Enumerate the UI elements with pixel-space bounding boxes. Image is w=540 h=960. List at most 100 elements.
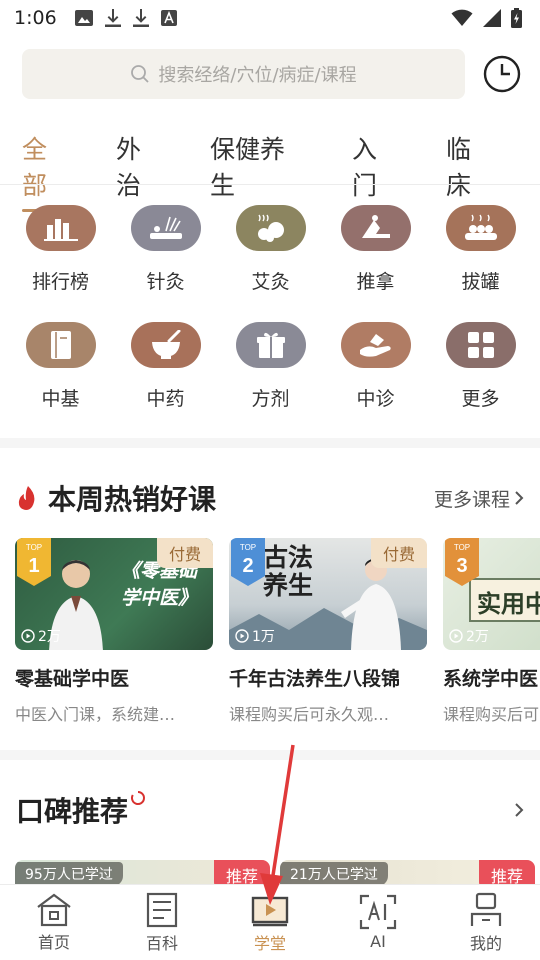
course-thumbnail: 古法养生 TOP 2 付费 1万	[229, 538, 427, 650]
tab-external-treatment[interactable]: 外治	[116, 130, 164, 212]
hot-course-list: 《零基础学中医》 TOP 1 付费 2万 零基础学中医 中医入门课，系统建… 古法…	[15, 538, 540, 725]
notification-icons	[74, 9, 177, 27]
acupuncture-icon	[130, 205, 201, 251]
svg-text:3: 3	[456, 555, 467, 577]
category-acupuncture[interactable]: 针灸	[113, 205, 218, 294]
app-screen: 1:06 搜索经络/穴位/病症/课程 全部 外治 保健养生 入门 临床 排行榜 …	[0, 0, 540, 960]
svg-text:TOP: TOP	[240, 543, 256, 552]
view-count: 2万	[449, 626, 489, 646]
nav-label: 百科	[145, 933, 178, 953]
category-ranking[interactable]: 排行榜	[8, 205, 113, 294]
course-card[interactable]: 古法养生 TOP 2 付费 1万 千年古法养生八段锦 课程购买后可永久观…	[229, 538, 427, 725]
category-label: 拔罐	[461, 271, 500, 293]
ai-scan-icon	[359, 894, 397, 930]
nav-label: 我的	[469, 933, 502, 953]
view-count: 2万	[21, 626, 61, 646]
search-placeholder: 搜索经络/穴位/病症/课程	[158, 65, 357, 86]
search-row: 搜索经络/穴位/病症/课程	[22, 48, 522, 100]
pulse-hand-icon	[340, 322, 411, 368]
view-count-value: 2万	[466, 629, 489, 645]
nav-label: 学堂	[253, 933, 286, 953]
nav-classroom[interactable]: 学堂	[216, 885, 324, 960]
chevron-right-icon	[515, 803, 524, 817]
category-label: 排行榜	[31, 271, 89, 293]
category-label: 中诊	[356, 388, 395, 410]
course-thumb-title: 古法养生	[263, 543, 314, 600]
category-tabs: 全部 外治 保健养生 入门 临床	[22, 130, 540, 212]
view-count-value: 2万	[38, 629, 61, 645]
play-count-icon	[235, 629, 249, 643]
course-title: 零基础学中医	[15, 668, 130, 690]
category-label: 方剂	[251, 388, 290, 410]
tab-beginner[interactable]: 入门	[352, 130, 400, 212]
tab-health-care[interactable]: 保健养生	[210, 130, 306, 212]
status-time: 1:06	[14, 7, 57, 29]
book-icon	[25, 322, 96, 368]
category-label: 针灸	[146, 271, 185, 293]
gift-box-icon	[235, 322, 306, 368]
more-courses-link[interactable]: 更多课程	[434, 485, 524, 512]
more-courses-label: 更多课程	[433, 488, 510, 511]
nav-home[interactable]: 首页	[0, 885, 108, 960]
tab-all[interactable]: 全部	[22, 130, 70, 212]
reputation-section-title: 口碑推荐	[16, 795, 129, 828]
nav-encyclopedia[interactable]: 百科	[108, 885, 216, 960]
course-card[interactable]: 《零基础学中医》 TOP 1 付费 2万 零基础学中医 中医入门课，系统建…	[15, 538, 213, 725]
top-rank-badge: TOP 1	[17, 538, 51, 586]
section-separator	[0, 750, 540, 760]
nav-ai[interactable]: AI	[324, 885, 432, 960]
course-title: 系统学中医	[443, 668, 539, 690]
course-description: 课程购买后可永久观…	[229, 705, 390, 724]
search-icon	[131, 65, 150, 83]
history-button[interactable]	[482, 54, 522, 94]
image-icon	[74, 10, 93, 26]
course-thumbnail: 实用中药 TOP 3 2万	[443, 538, 540, 650]
top-rank-badge: TOP 2	[231, 538, 265, 586]
tab-clinical[interactable]: 临床	[446, 130, 494, 212]
profile-icon	[470, 892, 502, 926]
category-herbs[interactable]: 中药	[113, 322, 218, 411]
category-label: 中药	[146, 388, 185, 410]
course-description: 课程购买后可	[443, 705, 540, 724]
svg-text:1: 1	[28, 555, 39, 577]
category-grid: 排行榜 针灸 艾灸 推拿 拔罐 中基 中药 方剂 中诊 更多	[0, 205, 540, 411]
course-card[interactable]: 实用中药 TOP 3 2万 系统学中医 课程购买后可	[443, 538, 540, 725]
reputation-more-link[interactable]	[514, 802, 524, 818]
category-moxibustion[interactable]: 艾灸	[218, 205, 323, 294]
category-diagnosis[interactable]: 中诊	[323, 322, 428, 411]
search-input[interactable]: 搜索经络/穴位/病症/课程	[22, 49, 465, 99]
wifi-icon	[451, 9, 473, 26]
category-massage[interactable]: 推拿	[323, 205, 428, 294]
course-thumbnail: 《零基础学中医》 TOP 1 付费 2万	[15, 538, 213, 650]
mortar-icon	[130, 322, 201, 368]
learned-count: 95万人已学过	[15, 862, 123, 886]
hot-section-title: 本周热销好课	[48, 483, 217, 516]
nav-profile[interactable]: 我的	[432, 885, 540, 960]
paid-tag: 付费	[156, 538, 213, 568]
paid-tag: 付费	[370, 538, 427, 568]
loading-spinner-icon	[131, 791, 145, 805]
flame-icon	[18, 486, 35, 510]
video-class-icon	[251, 896, 289, 926]
download-icon	[132, 9, 149, 27]
reputation-section-header: 口碑推荐	[16, 790, 524, 830]
view-count-value: 1万	[252, 629, 275, 645]
course-title: 千年古法养生八段锦	[229, 668, 401, 690]
svg-text:2: 2	[242, 555, 253, 577]
category-label: 更多	[461, 388, 500, 410]
tabs-divider	[0, 184, 540, 185]
ranking-icon	[25, 205, 96, 251]
nav-label: AI	[370, 932, 386, 951]
category-prescriptions[interactable]: 方剂	[218, 322, 323, 411]
cupping-icon	[445, 205, 516, 251]
category-more[interactable]: 更多	[428, 322, 533, 411]
bottom-navigation: 首页 百科 学堂 AI 我的	[0, 884, 540, 960]
massage-icon	[340, 205, 411, 251]
svg-text:TOP: TOP	[454, 543, 470, 552]
font-a-icon	[160, 10, 177, 26]
clock-icon	[483, 55, 521, 93]
category-cupping[interactable]: 拔罐	[428, 205, 533, 294]
category-basics[interactable]: 中基	[8, 322, 113, 411]
nav-label: 首页	[37, 932, 70, 952]
battery-charging-icon	[511, 8, 522, 28]
